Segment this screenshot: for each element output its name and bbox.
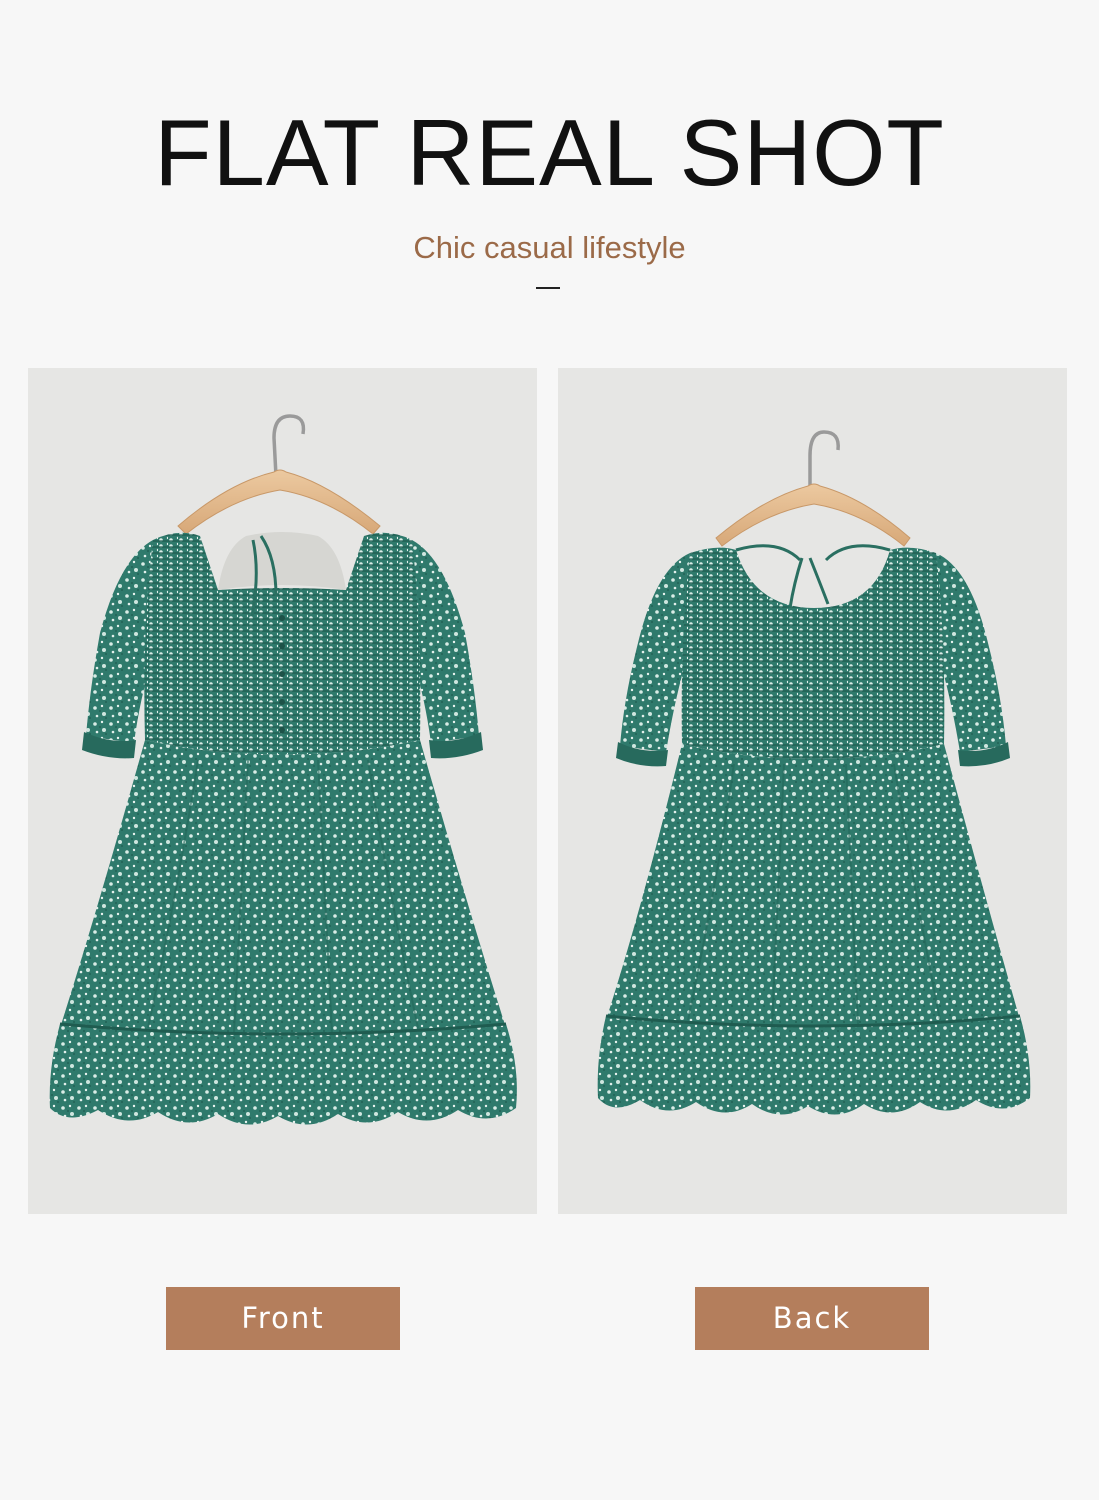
front-label: Front xyxy=(166,1287,400,1350)
page-subtitle: Chic casual lifestyle xyxy=(413,230,686,265)
dress-back-image xyxy=(558,368,1067,1214)
back-dress-photo xyxy=(558,368,1067,1214)
page-title: FLAT REAL SHOT xyxy=(154,100,945,205)
dress-front-image xyxy=(28,368,537,1214)
front-dress-photo xyxy=(28,368,537,1214)
title-divider xyxy=(536,287,560,289)
back-label: Back xyxy=(695,1287,929,1350)
